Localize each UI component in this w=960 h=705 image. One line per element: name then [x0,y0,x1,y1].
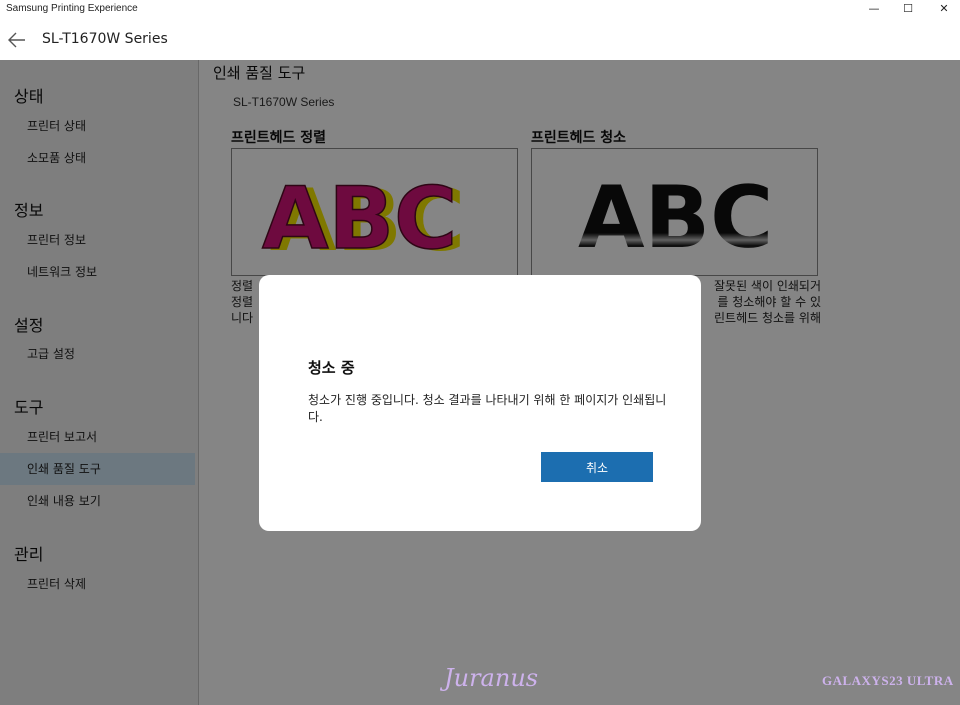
dialog-title: 청소 중 [308,359,355,377]
dialog-message: 청소가 진행 중입니다. 청소 결과를 나타내기 위해 한 페이지가 인쇄됩니다… [308,393,667,424]
watermark-device: GALAXYS23 ULTRA [822,673,954,688]
close-button[interactable]: ✕ [926,0,960,18]
back-arrow-icon[interactable] [6,29,28,51]
minimize-button[interactable]: — [856,0,892,18]
watermark-signature: Juranus [444,664,539,692]
cleaning-dialog: 청소 중 청소가 진행 중입니다. 청소 결과를 나타내기 위해 한 페이지가 … [259,275,701,531]
cancel-button[interactable]: 취소 [541,452,653,482]
maximize-button[interactable]: ☐ [890,0,926,18]
device-name: SL-T1670W Series [42,31,168,47]
title-bar: Samsung Printing Experience — ☐ ✕ [0,0,960,20]
app-title: Samsung Printing Experience [6,3,138,14]
header: SL-T1670W Series [0,20,960,60]
